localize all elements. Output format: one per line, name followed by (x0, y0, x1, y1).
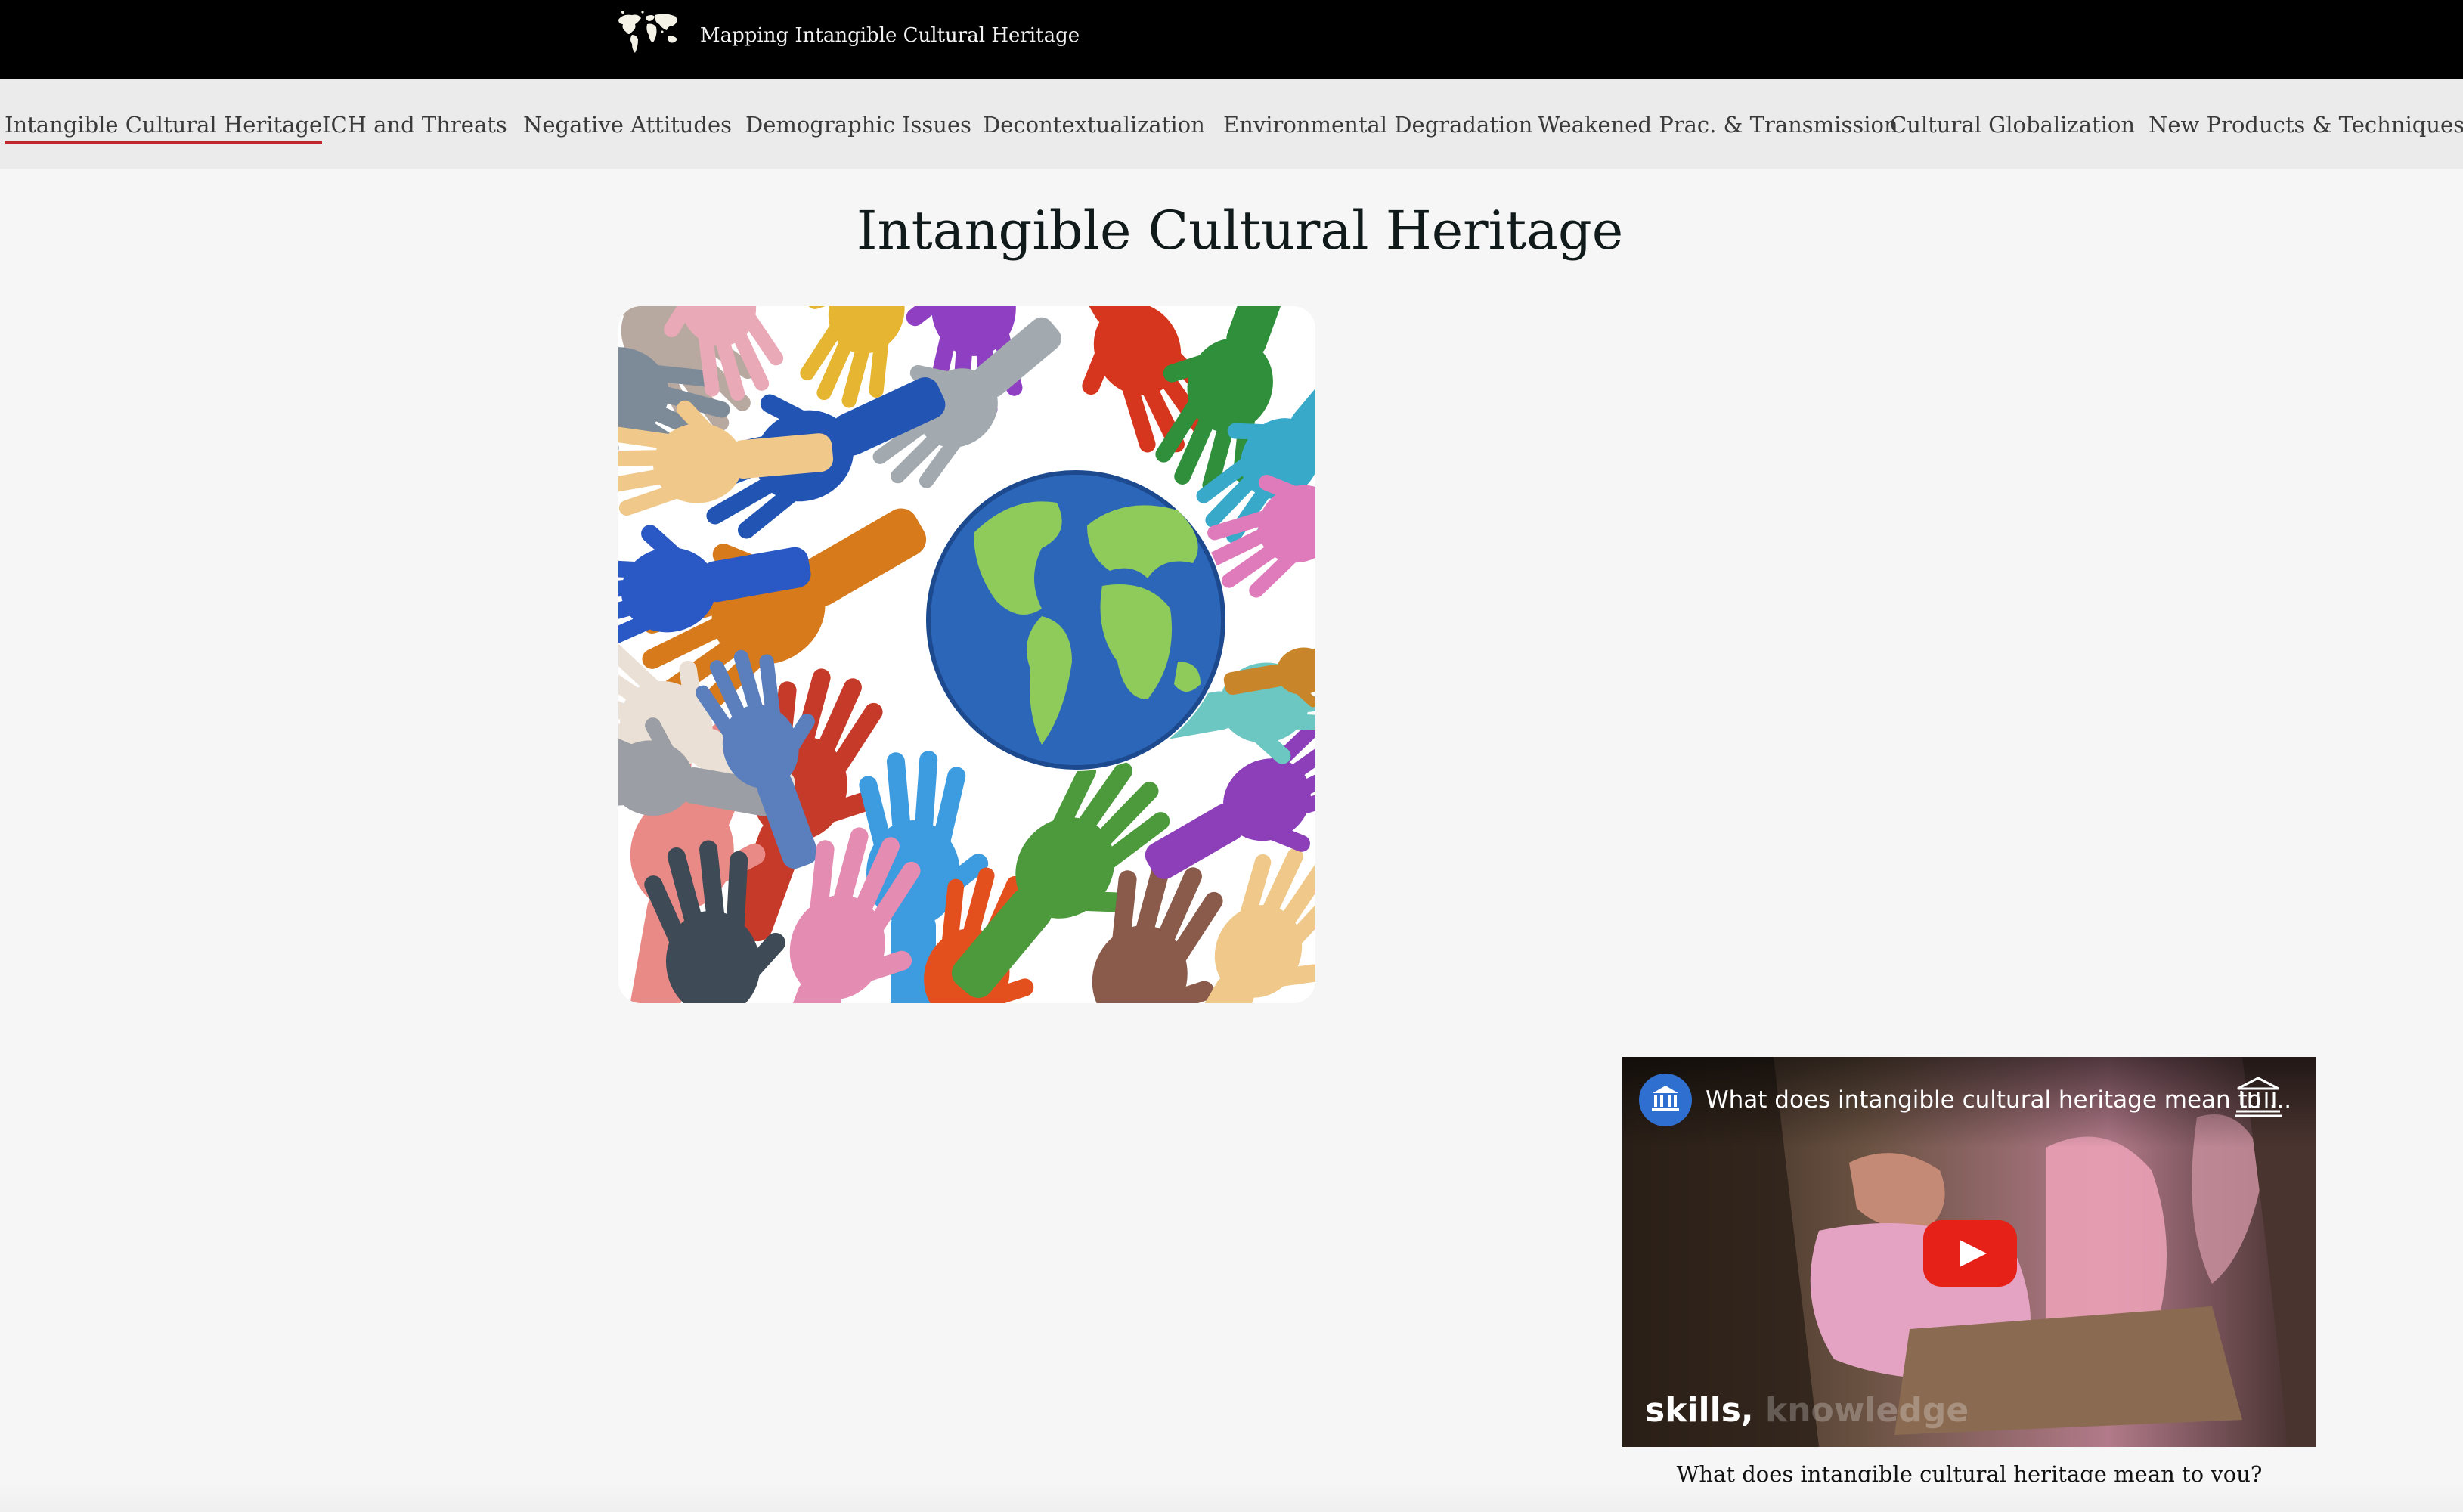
subtitle-word: skills, (1645, 1391, 1754, 1430)
main-nav: Intangible Cultural Heritage ICH and Thr… (0, 79, 2463, 169)
unesco-temple-icon (2233, 1074, 2283, 1119)
colorful-hands-around-globe-image (618, 306, 1315, 1003)
video-title[interactable]: What does intangible cultural heritage m… (1706, 1084, 2291, 1116)
subtitle-word-faded: knowledge (1764, 1391, 1969, 1430)
nav-item-demographic-issues[interactable]: Demographic Issues (745, 110, 971, 140)
page-bottom-edge (0, 1482, 2463, 1512)
nav-item-intangible-cultural-heritage[interactable]: Intangible Cultural Heritage (5, 110, 323, 144)
nav-item-weakened-practice-transmission[interactable]: Weakened Prac. & Transmission (1538, 110, 1898, 140)
nav-item-ich-and-threats[interactable]: ICH and Threats (322, 110, 507, 140)
site-title[interactable]: Mapping Intangible Cultural Heritage (700, 23, 1080, 48)
nav-item-environmental-degradation[interactable]: Environmental Degradation (1223, 110, 1532, 140)
site-header: Mapping Intangible Cultural Heritage (0, 0, 2463, 79)
nav-item-cultural-globalization[interactable]: Cultural Globalization (1890, 110, 2135, 140)
nav-item-decontextualization[interactable]: Decontextualization (983, 110, 1205, 140)
nav-item-new-products-techniques[interactable]: New Products & Techniques (2149, 110, 2463, 140)
video-subtitle-overlay: skills, knowledge (1645, 1390, 1969, 1432)
unesco-channel-avatar[interactable] (1639, 1074, 1692, 1126)
nav-item-negative-attitudes[interactable]: Negative Attitudes (523, 110, 732, 140)
world-map-icon[interactable] (615, 9, 680, 54)
embedded-video-player[interactable]: What does intangible cultural heritage m… (1622, 1057, 2316, 1447)
page-title: Intangible Cultural Heritage (856, 200, 1624, 262)
youtube-play-icon[interactable] (1923, 1220, 2017, 1287)
